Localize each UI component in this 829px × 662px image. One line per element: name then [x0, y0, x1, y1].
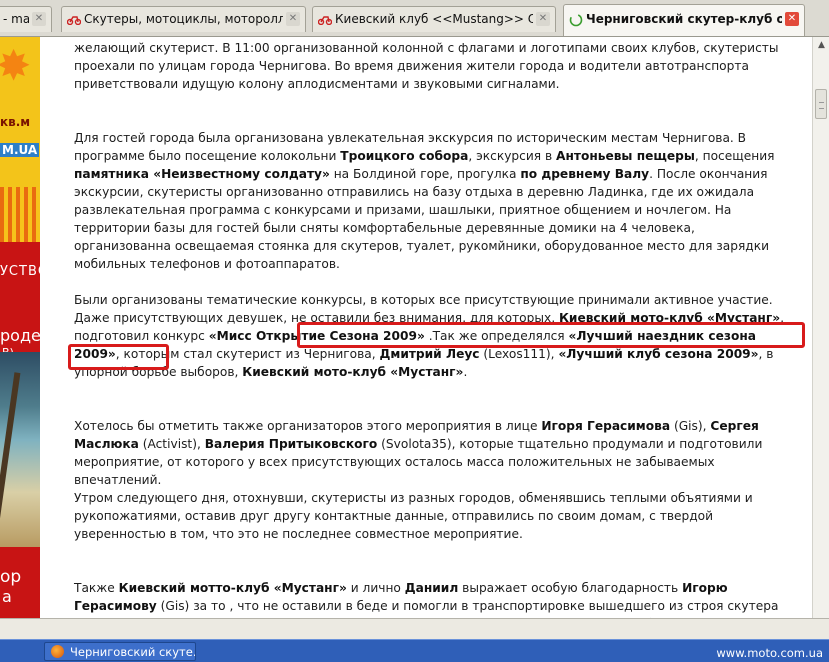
- ad-beach-image: [0, 352, 40, 547]
- close-icon[interactable]: ✕: [536, 12, 550, 26]
- article-paragraph: Для гостей города была организована увле…: [74, 131, 775, 271]
- ad-text: роде: [0, 326, 40, 345]
- scrollbar-thumb[interactable]: [815, 89, 827, 119]
- scroll-up-arrow-icon[interactable]: ▲: [814, 38, 829, 53]
- moto-icon: [66, 13, 82, 26]
- ad-block-red: УСТВО роде В): [0, 242, 40, 359]
- star-icon: ✸: [0, 41, 32, 90]
- left-ad-banner[interactable]: ✸ кв.м M.UA УСТВО роде В) ор а: [0, 37, 40, 618]
- tab-label: Киевский клуб <<Mustang>> Откр...: [335, 12, 533, 26]
- tab-1[interactable]: - ma... ✕: [0, 6, 52, 32]
- ad-block-red-bottom: ор а: [0, 547, 40, 618]
- article-paragraph: Хотелось бы отметить также организаторов…: [74, 419, 763, 487]
- ad-text: УСТВО: [0, 264, 40, 279]
- tab-2[interactable]: Скутеры, мотоциклы, мотороллеры, ... ✕: [61, 6, 306, 32]
- tab-label: - ma...: [3, 12, 29, 26]
- palm-tree: [0, 372, 21, 522]
- windows-taskbar: Черниговский скуте...: [0, 639, 829, 662]
- ad-text: кв.м: [0, 115, 31, 129]
- taskbar-item-label: Черниговский скуте...: [70, 645, 196, 659]
- tab-3[interactable]: Киевский клуб <<Mustang>> Откр... ✕: [312, 6, 556, 32]
- grip-icon: [819, 102, 824, 109]
- tab-label: Скутеры, мотоциклы, мотороллеры, ...: [84, 12, 283, 26]
- article-content: желающий скутерист. В 11:00 организованн…: [74, 39, 794, 651]
- article-paragraph: желающий скутерист. В 11:00 организованн…: [74, 41, 779, 91]
- browser-status-bar: [0, 618, 829, 639]
- tab-label: Черниговский скутер-клуб отк...: [586, 12, 782, 26]
- ad-text: ор: [0, 567, 22, 587]
- ad-stripes: [0, 187, 40, 242]
- ad-block-yellow: ✸ кв.м M.UA: [0, 37, 40, 242]
- loading-icon: [569, 13, 583, 27]
- article-paragraph: Были организованы тематические конкурсы,…: [74, 293, 784, 379]
- tab-4-active[interactable]: Черниговский скутер-клуб отк... ✕: [563, 4, 805, 36]
- moto-icon: [317, 13, 333, 26]
- close-icon[interactable]: ✕: [286, 12, 300, 26]
- vertical-scrollbar[interactable]: ▲: [812, 37, 829, 618]
- taskbar-item-browser[interactable]: Черниговский скуте...: [44, 642, 196, 661]
- ad-text: M.UA: [0, 143, 40, 157]
- article-paragraph: Утром следующего дня, отохнувши, скутери…: [74, 491, 753, 541]
- watermark-text: www.moto.com.ua: [716, 646, 823, 660]
- close-icon[interactable]: ✕: [32, 12, 46, 26]
- browser-tab-bar: - ma... ✕ Скутеры, мотоциклы, мотороллер…: [0, 0, 829, 37]
- firefox-icon: [51, 645, 64, 658]
- ad-text: а: [2, 587, 12, 606]
- close-icon[interactable]: ✕: [785, 12, 799, 26]
